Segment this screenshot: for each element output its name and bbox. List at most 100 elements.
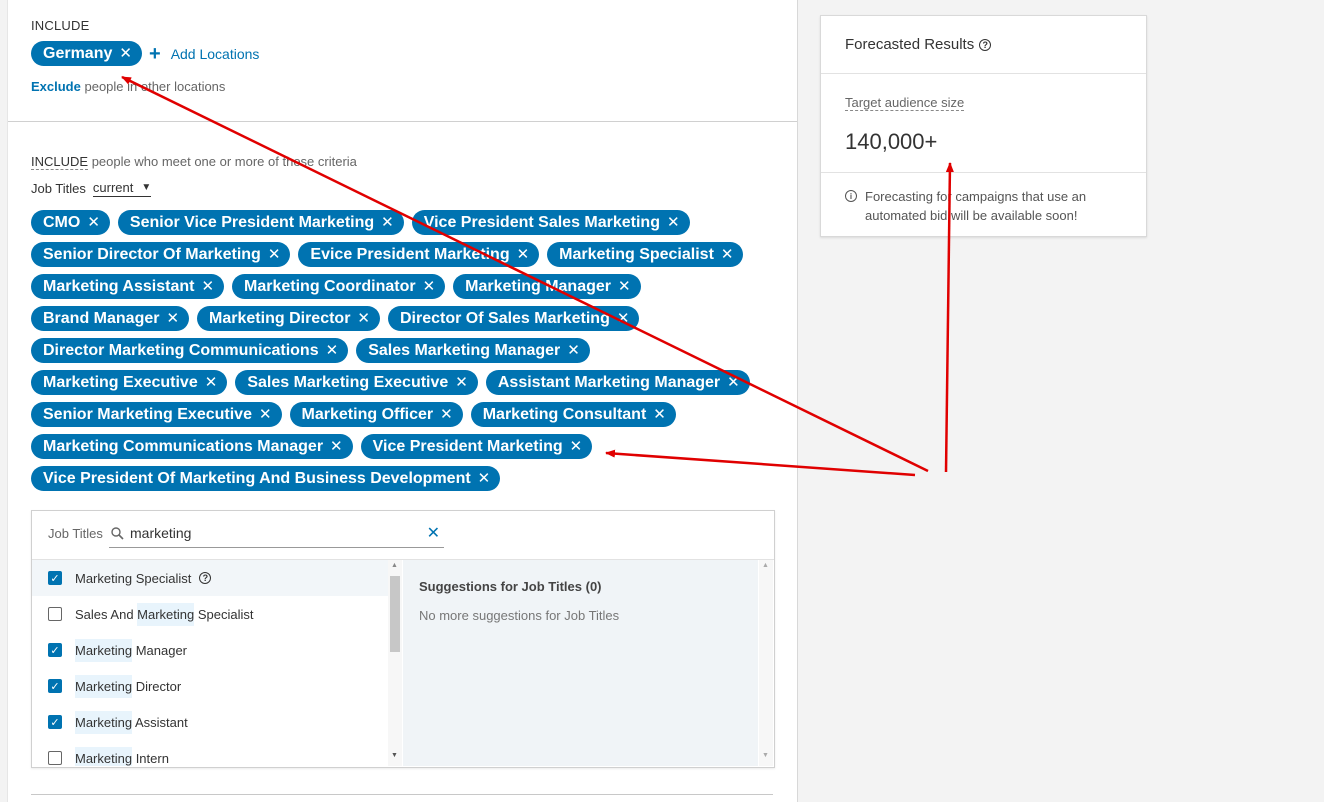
job-title-tag[interactable]: Marketing Communications Manager ✕	[31, 434, 353, 459]
job-title-tag[interactable]: Marketing Manager ✕	[453, 274, 641, 299]
job-title-tag-label: Marketing Communications Manager	[43, 437, 324, 455]
job-title-tag[interactable]: Marketing Specialist ✕	[547, 242, 744, 267]
result-label-hl: Marketing	[75, 746, 133, 766]
remove-icon[interactable]: ✕	[567, 343, 580, 358]
remove-icon[interactable]: ✕	[653, 407, 666, 422]
result-checkbox[interactable]: ✓	[48, 679, 62, 693]
job-title-tag[interactable]: Marketing Consultant ✕	[470, 402, 676, 427]
job-title-tag[interactable]: Vice President Sales Marketing ✕	[411, 210, 690, 235]
result-checkbox[interactable]	[48, 607, 62, 621]
remove-icon[interactable]: ✕	[330, 439, 343, 454]
job-title-tag[interactable]: Marketing Assistant ✕	[31, 274, 225, 299]
job-title-tag[interactable]: Assistant Marketing Manager ✕	[485, 370, 750, 395]
result-row[interactable]: ✓ Marketing Director	[32, 668, 388, 704]
job-title-tag[interactable]: CMO ✕	[31, 210, 110, 235]
forecast-title: Forecasted Results	[845, 36, 975, 53]
exclude-link[interactable]: Exclude	[31, 79, 81, 94]
results-scroll-thumb[interactable]	[390, 576, 400, 652]
remove-icon[interactable]: ✕	[618, 279, 631, 294]
remove-icon[interactable]: ✕	[259, 407, 272, 422]
job-title-tag-label: Sales Marketing Executive	[247, 373, 449, 391]
remove-icon[interactable]: ✕	[166, 311, 179, 326]
job-title-tag-label: Marketing Specialist	[559, 245, 714, 263]
remove-icon[interactable]: ✕	[326, 343, 339, 358]
job-title-tag[interactable]: Vice President Marketing ✕	[360, 434, 593, 459]
job-title-tag-label: Marketing Assistant	[43, 277, 195, 295]
result-checkbox[interactable]: ✓	[48, 571, 62, 585]
help-icon[interactable]: ?	[979, 38, 992, 51]
remove-icon[interactable]: ✕	[268, 247, 281, 262]
remove-icon[interactable]: ✕	[517, 247, 530, 262]
remove-icon[interactable]: ✕	[478, 471, 491, 486]
scroll-down-icon[interactable]: ▼	[762, 752, 769, 759]
remove-icon[interactable]: ✕	[87, 215, 100, 230]
job-title-tag[interactable]: Brand Manager ✕	[31, 306, 190, 331]
help-icon[interactable]: ?	[199, 572, 212, 584]
result-label: Marketing Specialist	[75, 571, 191, 586]
remove-icon[interactable]: ✕	[667, 215, 680, 230]
job-title-search-box: Job Titles marketing ✕ ✓ Marketing Specia…	[31, 510, 775, 768]
forecast-card: Forecasted Results ? Target audience siz…	[820, 15, 1147, 237]
scroll-up-icon[interactable]: ▲	[762, 562, 769, 569]
job-title-tag-label: Sales Marketing Manager	[368, 341, 561, 359]
remove-icon[interactable]: ✕	[205, 375, 218, 390]
mode-dropdown[interactable]: current ▼	[92, 180, 152, 197]
result-row[interactable]: ✓ Marketing Assistant	[32, 704, 388, 740]
job-title-tag[interactable]: Marketing Executive ✕	[31, 370, 228, 395]
job-title-tag[interactable]: Sales Marketing Executive ✕	[235, 370, 478, 395]
location-pill-germany[interactable]: Germany ✕	[31, 41, 142, 66]
result-checkbox[interactable]	[48, 751, 62, 765]
results-scrollbar[interactable]: ▲ ▼	[388, 560, 402, 766]
plus-icon: +	[149, 43, 161, 65]
suggestions-title: Suggestions for Job Titles (0)	[419, 579, 602, 594]
remove-icon[interactable]: ✕	[570, 439, 583, 454]
scroll-down-icon[interactable]: ▼	[391, 752, 398, 759]
remove-icon[interactable]: ✕	[119, 46, 132, 61]
job-title-tag-label: Marketing Manager	[465, 277, 611, 295]
remove-icon[interactable]: ✕	[381, 215, 394, 230]
job-title-tag[interactable]: Director Marketing Communications ✕	[31, 338, 349, 363]
result-row[interactable]: Marketing Intern	[32, 740, 388, 766]
search-value: marketing	[130, 525, 192, 541]
job-title-tag[interactable]: Vice President Of Marketing And Business…	[31, 466, 501, 491]
result-label-post: Manager	[132, 642, 187, 658]
forecast-title-row: Forecasted Results ?	[845, 36, 992, 53]
remove-icon[interactable]: ✕	[423, 279, 436, 294]
remove-icon[interactable]: ✕	[617, 311, 630, 326]
remove-icon[interactable]: ✕	[455, 375, 468, 390]
search-results-list: ✓ Marketing Specialist? Sales And Marketin…	[32, 560, 388, 766]
job-title-tag-label: Director Marketing Communications	[43, 341, 319, 359]
forecast-divider	[821, 172, 1146, 173]
remove-icon[interactable]: ✕	[727, 375, 740, 390]
job-title-tag[interactable]: Sales Marketing Manager ✕	[356, 338, 590, 363]
job-title-tag[interactable]: Marketing Officer ✕	[289, 402, 463, 427]
result-row[interactable]: ✓ Marketing Specialist?	[32, 560, 388, 596]
job-title-tag[interactable]: Marketing Director ✕	[197, 306, 380, 331]
job-title-tag[interactable]: Senior Marketing Executive ✕	[31, 402, 282, 427]
result-label-pre: Sales And	[75, 606, 138, 622]
job-title-tag-label: Marketing Consultant	[482, 405, 647, 423]
result-checkbox[interactable]: ✓	[48, 643, 62, 657]
suggestions-scrollbar[interactable]: ▲ ▼	[759, 560, 773, 766]
location-pill-label: Germany	[43, 44, 113, 62]
result-label-hl: Marketing	[75, 638, 133, 662]
criteria-header: INCLUDE people who meet one or more of t…	[31, 154, 357, 170]
job-title-tag[interactable]: Senior Vice President Marketing ✕	[117, 210, 404, 235]
scroll-up-icon[interactable]: ▲	[391, 562, 398, 569]
remove-icon[interactable]: ✕	[440, 407, 453, 422]
job-title-tag[interactable]: Senior Director Of Marketing ✕	[31, 242, 291, 267]
remove-icon[interactable]: ✕	[201, 279, 214, 294]
search-input[interactable]: marketing ✕	[109, 521, 444, 548]
result-label-hl: Marketing	[137, 602, 195, 626]
job-title-tag[interactable]: Director Of Sales Marketing ✕	[388, 306, 640, 331]
remove-icon[interactable]: ✕	[357, 311, 370, 326]
result-row[interactable]: ✓ Marketing Manager	[32, 632, 388, 668]
job-title-tag[interactable]: Marketing Coordinator ✕	[232, 274, 446, 299]
add-locations-button[interactable]: + Add Locations	[149, 44, 259, 64]
job-title-tag[interactable]: Evice President Marketing ✕	[298, 242, 540, 267]
result-checkbox[interactable]: ✓	[48, 715, 62, 729]
clear-search-icon[interactable]: ✕	[427, 523, 440, 543]
result-label: Sales And Marketing Specialist	[75, 602, 253, 626]
result-row[interactable]: Sales And Marketing Specialist	[32, 596, 388, 632]
remove-icon[interactable]: ✕	[721, 247, 734, 262]
